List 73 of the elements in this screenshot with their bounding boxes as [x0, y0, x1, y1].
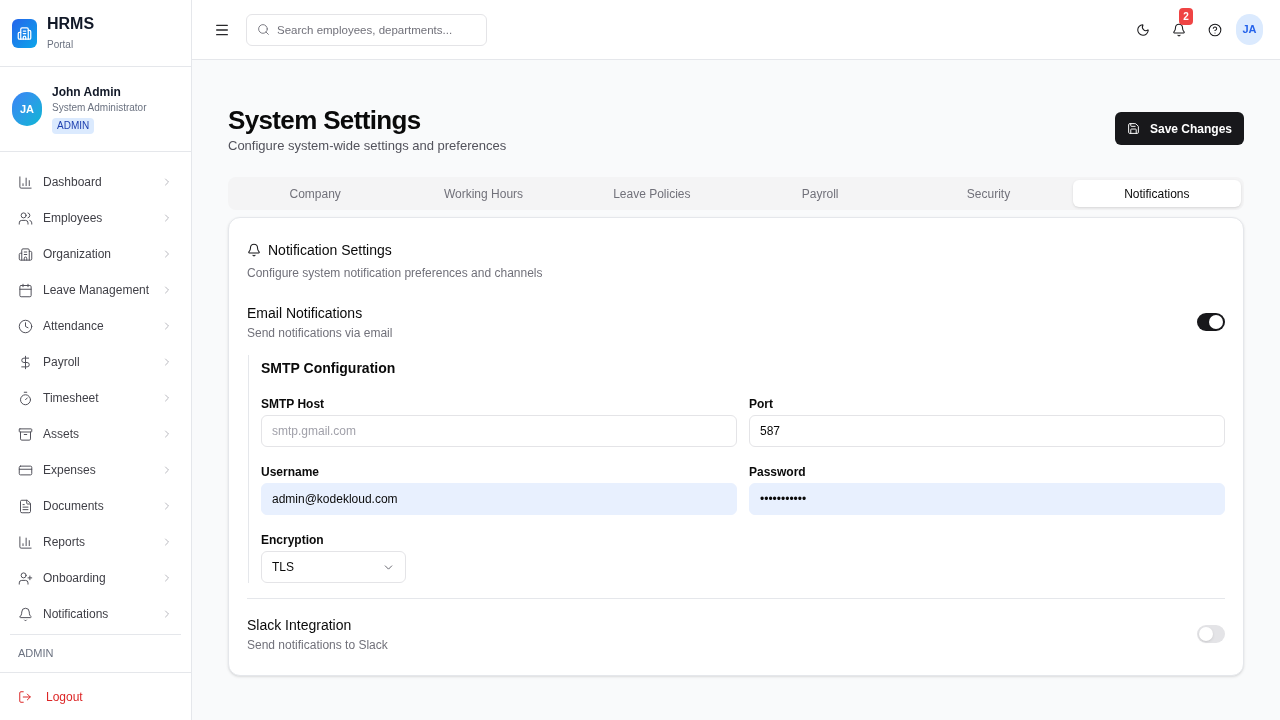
section-label: ADMIN [18, 646, 54, 662]
field-label: SMTP Host [261, 396, 325, 412]
users-icon [18, 210, 33, 226]
document-icon [18, 498, 33, 514]
page-title: System Settings [228, 104, 421, 136]
field-label: Encryption [261, 532, 324, 548]
setting-title: Slack Integration [247, 616, 352, 635]
bell-icon [18, 606, 33, 622]
sidebar-nav-item[interactable]: Payroll [8, 344, 183, 380]
save-icon [1126, 122, 1140, 135]
brand-name: HRMS [47, 14, 95, 34]
dollar-sign-icon [18, 354, 33, 370]
building-icon [18, 246, 33, 262]
settings-tab[interactable]: Payroll [736, 180, 905, 207]
help-icon [1208, 22, 1222, 37]
toggle-switch[interactable] [1197, 625, 1225, 643]
input-field[interactable]: 587 [749, 415, 1225, 447]
bell-icon [247, 243, 261, 257]
settings-tab[interactable]: Security [904, 180, 1073, 207]
user-avatar[interactable]: JA [1236, 14, 1263, 45]
input-field[interactable]: admin@kodekloud.com [261, 483, 737, 515]
card-title: Notification Settings [268, 241, 392, 260]
save-changes-button[interactable]: Save Changes [1114, 112, 1244, 145]
setting-title: Email Notifications [247, 304, 363, 323]
bar-chart-icon [18, 534, 33, 550]
bar-chart-icon [18, 174, 33, 190]
card-description: Configure system notification preferences and channels [247, 265, 543, 281]
setting-description: Send notifications via email [247, 325, 393, 341]
archive-box-icon [18, 426, 33, 442]
sidebar-nav-item[interactable]: Assets [8, 416, 183, 452]
stopwatch-icon [18, 390, 33, 406]
sidebar-nav-item[interactable]: Reports [8, 524, 183, 560]
settings-tab[interactable]: Company [231, 180, 400, 207]
calendar-icon [18, 282, 33, 298]
input-field[interactable]: ••••••••••• [749, 483, 1225, 515]
notification-count-badge: 2 [1179, 7, 1193, 25]
sidebar-nav-item[interactable]: Onboarding [8, 560, 183, 596]
field-label: Port [749, 396, 773, 412]
sidebar-nav-item[interactable]: Organization [8, 236, 183, 272]
user-role: System Administrator [52, 101, 147, 115]
logout-icon [18, 689, 32, 704]
search-icon [257, 22, 270, 36]
settings-tab[interactable]: Working Hours [399, 180, 568, 207]
encryption-select[interactable]: TLS [261, 551, 406, 583]
search-field[interactable]: Search employees, departments... [246, 13, 487, 46]
user-name: John Admin [52, 84, 121, 100]
field-label: Password [749, 464, 806, 480]
role-badge: ADMIN [52, 118, 95, 134]
input-field[interactable]: smtp.gmail.com [261, 415, 737, 447]
sidebar-nav-item[interactable]: Attendance [8, 308, 183, 344]
sidebar-nav-item[interactable]: Expenses [8, 452, 183, 488]
settings-tab[interactable]: Leave Policies [567, 180, 736, 207]
sidebar-nav-item[interactable]: Employees [8, 200, 183, 236]
user-plus-icon [18, 570, 33, 586]
sidebar-nav-item[interactable]: Notifications [8, 596, 183, 632]
brand-tagline: Portal [47, 38, 74, 52]
toggle-switch[interactable] [1197, 313, 1225, 331]
sidebar-nav-item[interactable]: Timesheet [8, 380, 183, 416]
section-title: SMTP Configuration [261, 359, 396, 378]
bell-icon [1172, 22, 1186, 37]
field-label: Username [261, 464, 320, 480]
clock-icon [18, 318, 33, 334]
setting-description: Send notifications to Slack [247, 637, 388, 653]
moon-icon [1136, 22, 1150, 37]
sidebar-nav-item[interactable]: Dashboard [8, 164, 183, 200]
sidebar-nav-item[interactable]: Leave Management [8, 272, 183, 308]
settings-tab[interactable]: Notifications [1072, 180, 1241, 207]
user-avatar: JA [12, 92, 42, 126]
logo-icon [12, 18, 37, 48]
sidebar-nav-item[interactable]: Documents [8, 488, 183, 524]
page-subtitle: Configure system-wide settings and preferences [228, 137, 507, 155]
credit-card-icon [18, 462, 33, 478]
logout-button[interactable]: Logout [18, 687, 83, 706]
